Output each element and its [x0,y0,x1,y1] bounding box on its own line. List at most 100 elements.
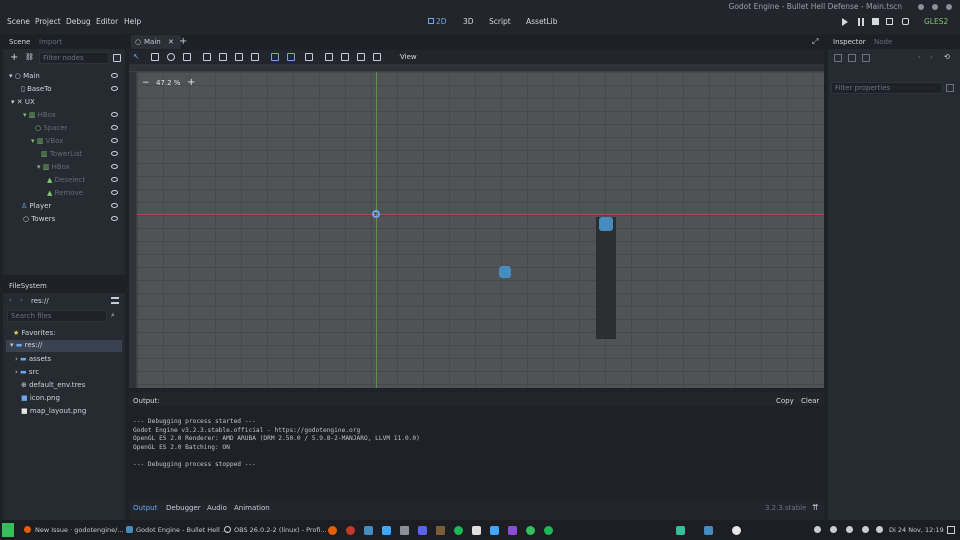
terminal-launcher-icon[interactable] [400,526,409,535]
history-back-icon[interactable]: ‹ [918,53,921,61]
play-icon[interactable] [842,18,848,26]
fullscreen-icon[interactable]: ⤢ [812,37,818,47]
unlock-icon[interactable] [341,53,349,61]
tree-node-player[interactable]: ♙ Player [21,201,51,210]
pan-tool-icon[interactable] [235,53,243,61]
fs-item-assets[interactable]: › ▬ assets [15,354,51,363]
network-icon[interactable] [830,526,837,533]
inspector-filter-input[interactable]: Filter properties [831,82,943,94]
tab-import[interactable]: Import [39,38,62,46]
menu-debug[interactable]: Debug [66,17,91,26]
new-resource-icon[interactable] [834,54,842,62]
menu-scene[interactable]: Scene [7,17,30,26]
tree-node-main[interactable]: ▾ ○ Main [9,71,40,80]
tab-main[interactable]: ○ Main ✕ [131,35,181,49]
tree-node-hbox[interactable]: ▾ ▥ HBox [23,110,56,119]
tree-node-spacer[interactable]: ○ Spacer [35,123,68,132]
vscode-launcher-icon[interactable] [382,526,391,535]
scale-tool-icon[interactable] [183,53,191,61]
grid-snap-icon[interactable] [287,53,295,61]
renderer-label[interactable]: GLES2 [924,17,948,26]
tray-app-icon[interactable] [676,526,685,535]
fs-item-favorites[interactable]: ★ Favorites: [13,328,56,337]
tree-node-towers[interactable]: ○ Towers [23,214,55,223]
filesystem-path[interactable]: res:// [31,297,49,305]
manjaro-menu-icon[interactable] [2,523,14,537]
snap-options-icon[interactable] [305,53,313,61]
visibility-eye-icon[interactable] [111,177,118,182]
close-icon[interactable] [946,4,952,10]
select-tool-icon[interactable]: ↖ [133,52,140,61]
rotate-tool-icon[interactable] [167,53,175,61]
scene-filter-input[interactable]: Filter nodes [39,52,109,64]
ruler-tool-icon[interactable] [251,53,259,61]
new-tab-icon[interactable]: + [179,36,187,47]
bottom-tab-animation[interactable]: Animation [234,504,270,512]
history-icon[interactable]: ⟲ [944,53,950,61]
player-icon[interactable] [499,266,511,278]
fs-item-default-env[interactable]: ⊕ default_env.tres [21,380,85,389]
zoom-in-icon[interactable]: + [187,77,195,88]
show-desktop-icon[interactable] [947,526,955,534]
workspace-2d[interactable]: 2D [436,17,447,26]
notifications-icon[interactable] [876,526,883,533]
save-resource-icon[interactable] [862,54,870,62]
forward-icon[interactable]: › [20,296,23,304]
tree-node-vbox[interactable]: ▾ ▥ VBox [31,136,63,145]
minimize-icon[interactable] [918,4,924,10]
files-launcher-icon[interactable] [472,526,481,535]
group-icon[interactable] [357,53,365,61]
history-forward-icon[interactable]: › [930,53,933,61]
godot-launcher-icon[interactable] [364,526,373,535]
bottom-tab-debugger[interactable]: Debugger [166,504,201,512]
task-godot[interactable]: Godot Engine - Bullet Hell ... [136,526,228,534]
app4-launcher-icon[interactable] [544,526,553,535]
minecraft-launcher-icon[interactable] [436,526,445,535]
app2-launcher-icon[interactable] [508,526,517,535]
visibility-eye-icon[interactable] [111,151,118,156]
split-view-icon[interactable] [111,297,119,304]
tree-node-hbox-inner[interactable]: ▾ ▥ HBox [37,162,70,171]
taskbar-clock[interactable]: Di 24 Nov, 12:19 [889,526,944,534]
inspector-options-icon[interactable] [946,84,954,92]
play-custom-icon[interactable] [902,18,909,25]
clock-tray-icon[interactable] [814,526,821,533]
back-icon[interactable]: ‹ [9,296,12,304]
stop-icon[interactable] [872,18,879,25]
smart-snap-icon[interactable] [271,53,279,61]
godot-task-icon[interactable] [126,526,133,533]
open-resource-icon[interactable] [848,54,856,62]
link-icon[interactable]: ⛓ [25,53,34,61]
tree-node-baseto[interactable]: ▯ BaseTo [21,84,52,93]
move-tool-icon[interactable] [151,53,159,61]
menu-help[interactable]: Help [124,17,141,26]
menu-project[interactable]: Project [35,17,61,26]
tab-scene[interactable]: Scene [9,38,30,46]
visibility-eye-icon[interactable] [111,86,118,91]
origin-gizmo-icon[interactable] [372,210,380,218]
list-tool-icon[interactable] [203,53,211,61]
bluetooth-icon[interactable] [862,526,869,533]
firefox-icon[interactable] [24,526,31,533]
fs-item-map-layout[interactable]: ■ map_layout.png [21,406,86,415]
app3-launcher-icon[interactable] [526,526,535,535]
fs-item-icon[interactable]: ■ icon.png [21,393,60,402]
workspace-assetlib[interactable]: AssetLib [526,17,558,26]
fs-item-res-selected[interactable]: ▾ ▬ res:// [6,340,122,352]
play-scene-icon[interactable] [886,18,893,25]
visibility-eye-icon[interactable] [111,125,118,130]
filesystem-search-input[interactable]: Search files [7,310,107,322]
ungroup-icon[interactable] [373,53,381,61]
bottom-tab-output[interactable]: Output [133,504,157,512]
godot-icon[interactable] [599,217,613,231]
visibility-eye-icon[interactable] [111,203,118,208]
volume-icon[interactable] [846,526,853,533]
discord-launcher-icon[interactable] [418,526,427,535]
tower-sprite[interactable] [596,217,616,339]
tab-inspector[interactable]: Inspector [833,38,866,46]
visibility-eye-icon[interactable] [111,112,118,117]
expand-panel-icon[interactable]: ⇈ [812,503,819,512]
bottom-tab-audio[interactable]: Audio [207,504,227,512]
view-menu[interactable]: View [400,53,417,61]
copy-button[interactable]: Copy [776,397,794,405]
